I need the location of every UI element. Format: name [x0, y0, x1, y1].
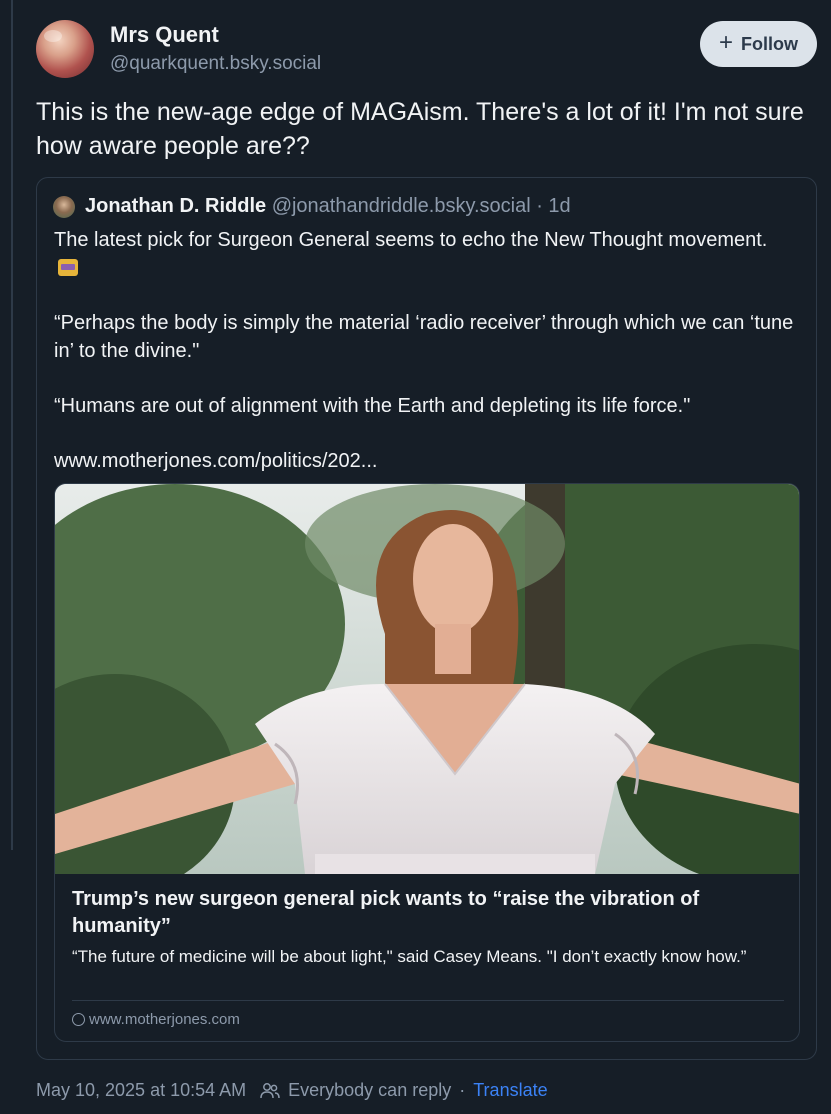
follow-button-label: Follow — [741, 33, 798, 54]
quote-link[interactable]: www.motherjones.com/politics/202... — [54, 447, 794, 475]
quote-author-name[interactable]: Jonathan D. Riddle — [85, 195, 266, 217]
quote-age: · 1d — [530, 195, 571, 217]
link-card-divider — [72, 1000, 784, 1001]
link-card[interactable]: Trump’s new surgeon general pick wants t… — [54, 483, 800, 1042]
post-text: This is the new-age edge of MAGAism. The… — [36, 98, 804, 160]
quoted-post[interactable]: Jonathan D. Riddle @jonathandriddle.bsky… — [36, 177, 817, 1060]
follow-button[interactable]: + Follow — [700, 21, 817, 67]
link-card-description: “The future of medicine will be about li… — [72, 947, 747, 966]
author-avatar[interactable] — [36, 20, 94, 78]
translate-link[interactable]: Translate — [473, 1080, 547, 1101]
quote-author-handle[interactable]: @jonathandriddle.bsky.social — [272, 195, 531, 217]
quote-author-avatar[interactable] — [53, 196, 75, 218]
post-footer: May 10, 2025 at 10:54 AM Everybody can r… — [36, 1080, 548, 1101]
quote-paragraph: “Humans are out of alignment with the Ea… — [54, 395, 691, 417]
people-icon — [260, 1082, 280, 1098]
link-card-domain: www.motherjones.com — [72, 1011, 240, 1028]
author-handle[interactable]: @quarkquent.bsky.social — [110, 53, 321, 75]
link-card-image — [55, 484, 799, 874]
thread-line — [11, 0, 13, 850]
quote-paragraph: The latest pick for Surgeon General seem… — [54, 229, 768, 251]
post-timestamp[interactable]: May 10, 2025 at 10:54 AM — [36, 1080, 246, 1101]
footer-separator: · — [459, 1080, 466, 1100]
inbox-tray-emoji-icon — [58, 259, 78, 276]
link-card-domain-text: www.motherjones.com — [89, 1011, 240, 1028]
plus-icon: + — [718, 29, 733, 56]
quote-body: The latest pick for Surgeon General seem… — [54, 226, 794, 502]
globe-icon — [72, 1013, 85, 1026]
link-card-title: Trump’s new surgeon general pick wants t… — [72, 888, 700, 937]
reply-setting[interactable]: Everybody can reply — [288, 1080, 451, 1101]
quote-paragraph: “Perhaps the body is simply the material… — [54, 312, 794, 362]
quote-header: Jonathan D. Riddle @jonathandriddle.bsky… — [85, 195, 571, 218]
author-display-name[interactable]: Mrs Quent — [110, 22, 219, 48]
